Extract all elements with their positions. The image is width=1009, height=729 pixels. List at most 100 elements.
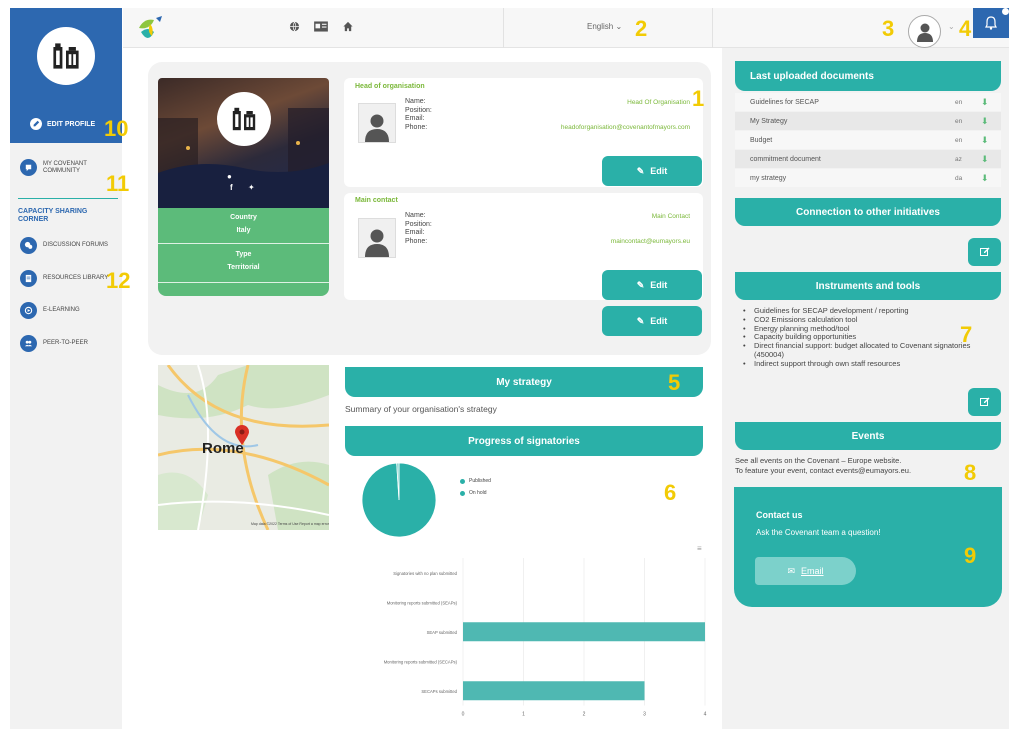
edit-head-button[interactable]: ✎ Edit [602, 156, 702, 186]
sidebar-item-discussion-forums[interactable]: DISCUSSION FORUMS [20, 237, 115, 254]
bar[interactable] [463, 681, 645, 701]
head-field-labels: Name: Position: Email: Phone: [405, 98, 432, 132]
language-label: English [587, 22, 614, 31]
home-icon[interactable] [342, 21, 354, 32]
category-label: Monitoring reports submitted (SEAPs) [387, 600, 458, 605]
edit-connection-button[interactable] [968, 238, 1001, 266]
divider [158, 282, 329, 283]
download-icon[interactable]: ⬇ [981, 173, 989, 184]
language-selector[interactable]: English ⌄ [587, 22, 622, 31]
category-label: Signatories with no plan submitted [393, 571, 457, 576]
globe-icon[interactable] [289, 21, 300, 32]
documents-header: Last uploaded documents [735, 61, 1001, 91]
legend-swatch [460, 478, 465, 484]
main-contact-email[interactable]: maincontact@eumayors.eu [480, 238, 690, 245]
sidebar-item-e-learning[interactable]: E-LEARNING [20, 302, 115, 319]
documents-title: Last uploaded documents [750, 70, 874, 82]
user-avatar[interactable] [908, 15, 941, 48]
leaf-logo-icon [139, 16, 162, 38]
progress-header: Progress of signatories [345, 426, 703, 456]
edit-profile-link[interactable]: EDIT PROFILE [30, 118, 95, 130]
download-icon[interactable]: ⬇ [981, 116, 989, 127]
document-row[interactable]: my strategy da ⬇ [735, 169, 1001, 187]
sidebar-item-label: DISCUSSION FORUMS [43, 242, 109, 248]
signatories-pie-chart [361, 462, 437, 538]
email-label: Email: [405, 115, 425, 122]
document-lang: en [955, 98, 963, 106]
sidebar-item-community[interactable]: MY COVENANT COMMUNITY [20, 159, 115, 176]
edit-icon: ✎ [636, 279, 645, 290]
download-icon[interactable]: ⬇ [981, 135, 989, 146]
my-strategy-header: My strategy [345, 367, 703, 397]
events-header: Events [735, 422, 1001, 450]
edit-label: Edit [650, 316, 668, 326]
city-logo-icon [53, 43, 79, 69]
annotation-1: 1 [692, 86, 705, 111]
annotation-12: 12 [106, 268, 131, 293]
bar[interactable] [463, 622, 705, 642]
email-label: Email [801, 566, 824, 576]
peer-to-peer-icon [20, 335, 37, 352]
map-footer[interactable]: Map data ©2022 Terms of Use Report a map… [164, 522, 329, 526]
top-nav-icons [289, 21, 354, 32]
edit-organisation-button[interactable]: ✎ Edit [602, 306, 702, 336]
main-contact-name: Main Contact [651, 213, 690, 220]
download-icon[interactable]: ⬇ [981, 97, 989, 108]
top-bar [123, 8, 1009, 48]
download-icon[interactable]: ⬇ [981, 154, 989, 165]
country-label: Country [230, 214, 257, 221]
mail-icon: ✉ [787, 565, 796, 576]
facebook-icon[interactable]: f [230, 183, 233, 192]
head-email[interactable]: headoforganisation@covenantofmayors.com [480, 124, 690, 131]
sidebar-item-resources-library[interactable]: RESOURCES LIBRARY [20, 270, 115, 287]
edit-instruments-button[interactable] [968, 388, 1001, 416]
category-label: SECAPs submitted [421, 689, 457, 694]
edit-icon: ✎ [636, 315, 645, 326]
position-label: Position: [405, 106, 432, 114]
legend-item[interactable]: On hold [460, 490, 491, 496]
document-name: Guidelines for SECAP [750, 98, 819, 106]
legend-label: On hold [469, 490, 487, 496]
document-row[interactable]: commitment document az ⬇ [735, 150, 1001, 168]
name-label: Name: [405, 212, 426, 219]
email-button[interactable]: ✉ Email [755, 557, 856, 585]
edit-icon [979, 247, 989, 256]
document-row[interactable]: Budget en ⬇ [735, 131, 1001, 149]
chart-menu-icon[interactable]: ≡ [697, 544, 702, 553]
legend-item[interactable]: Published [460, 478, 491, 484]
twitter-icon[interactable]: ✦ [248, 183, 255, 192]
contact-subtitle: Ask the Covenant team a question! [756, 528, 881, 537]
name-label: Name: [405, 98, 426, 105]
document-row[interactable]: My Strategy en ⬇ [735, 112, 1001, 130]
main-contact-photo [358, 218, 396, 258]
annotation-3: 3 [882, 16, 895, 41]
id-card-icon[interactable] [313, 21, 329, 32]
covenant-logo[interactable] [136, 14, 166, 51]
type-label: Type [235, 251, 252, 258]
strategy-summary: Summary of your organisation's strategy [345, 404, 497, 414]
signatories-bar-chart: 0 1 2 3 4 Signatories with no plan submitted M… [384, 558, 707, 718]
sidebar-item-label: RESOURCES LIBRARY [43, 275, 109, 281]
edit-icon: ✎ [636, 165, 645, 176]
organisation-logo[interactable] [37, 27, 95, 85]
annotation-10: 10 [104, 116, 129, 141]
chevron-down-icon[interactable]: ⌄ [948, 22, 955, 31]
document-row[interactable]: Guidelines for SECAP en ⬇ [735, 93, 1001, 111]
connection-title: Connection to other initiatives [796, 206, 940, 218]
category-label: Monitoring reports submitted (SECAPs) [384, 659, 458, 664]
sidebar-item-label: MY COVENANT COMMUNITY [43, 160, 87, 174]
user-icon [916, 23, 933, 42]
map-pin-icon[interactable] [235, 425, 249, 450]
instruments-header: Instruments and tools [735, 272, 1001, 300]
instruments-title: Instruments and tools [815, 280, 921, 292]
head-title: Head of organisation [355, 83, 425, 90]
website-icon[interactable]: ● [227, 172, 232, 181]
events-line[interactable]: To feature your event, contact events@eu… [735, 466, 985, 476]
sidebar-item-peer-to-peer[interactable]: PEER-TO-PEER [20, 335, 115, 352]
document-lang: en [955, 136, 963, 144]
legend-label: Published [469, 478, 491, 484]
divider [18, 198, 118, 199]
document-name: Budget [750, 136, 773, 144]
annotation-11: 11 [106, 171, 130, 196]
edit-main-contact-button[interactable]: ✎ Edit [602, 270, 702, 300]
